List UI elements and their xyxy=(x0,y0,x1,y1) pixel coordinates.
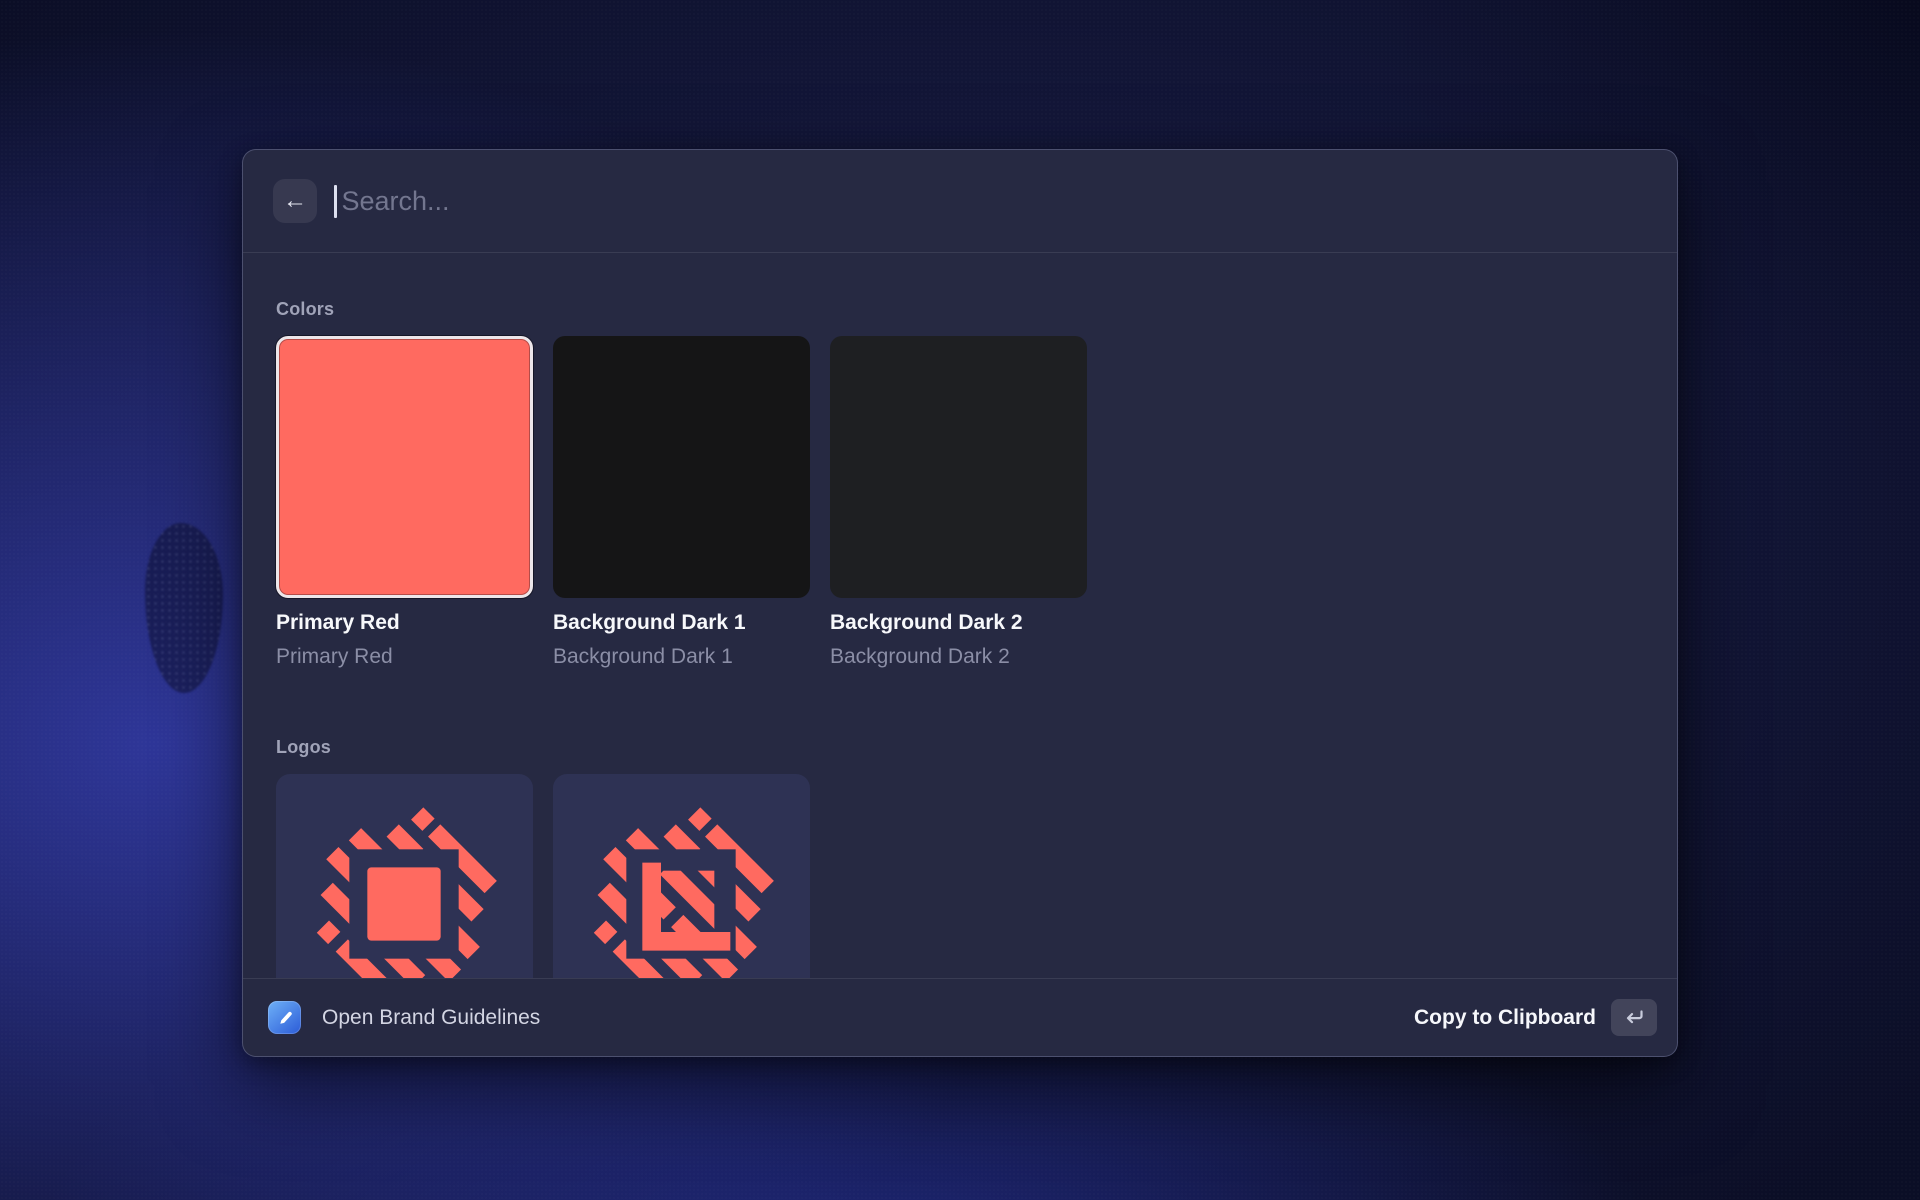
text-caret xyxy=(334,185,337,218)
swatch-title: Background Dark 2 xyxy=(830,610,1087,636)
copy-to-clipboard-label: Copy to Clipboard xyxy=(1414,1006,1596,1030)
search-input[interactable] xyxy=(342,186,1648,217)
results-list: Colors Primary Red Primary Red Backgroun… xyxy=(243,253,1677,978)
colors-row: Primary Red Primary Red Background Dark … xyxy=(276,336,1644,671)
color-swatch-background-dark-2[interactable]: Background Dark 2 Background Dark 2 xyxy=(830,336,1087,671)
logos-row xyxy=(276,774,1644,979)
command-palette-window: ← Colors Primary Red Primary Red Backgro… xyxy=(242,149,1678,1057)
swatch-title: Background Dark 1 xyxy=(553,610,810,636)
back-button[interactable]: ← xyxy=(273,179,317,223)
pencil-icon xyxy=(275,1008,294,1027)
return-key-icon xyxy=(1623,1008,1645,1027)
glitch-logo-filled-icon xyxy=(304,804,504,979)
color-swatch-face xyxy=(830,336,1087,598)
copy-to-clipboard-action[interactable]: Copy to Clipboard xyxy=(1414,999,1657,1036)
color-swatch-face xyxy=(276,336,533,598)
swatch-subtitle: Background Dark 2 xyxy=(830,644,1087,670)
enter-key-badge xyxy=(1611,999,1657,1036)
glitch-logo-outline-icon xyxy=(581,804,781,979)
color-swatch-face xyxy=(553,336,810,598)
swatch-subtitle: Primary Red xyxy=(276,644,533,670)
logo-tile-filled[interactable] xyxy=(276,774,533,979)
brand-app-icon xyxy=(268,1001,301,1034)
swatch-title: Primary Red xyxy=(276,610,533,636)
action-footer: Open Brand Guidelines Copy to Clipboard xyxy=(243,978,1677,1056)
section-header-logos: Logos xyxy=(276,737,1644,758)
color-swatch-background-dark-1[interactable]: Background Dark 1 Background Dark 1 xyxy=(553,336,810,671)
back-arrow-icon: ← xyxy=(283,187,307,215)
color-swatch-primary-red[interactable]: Primary Red Primary Red xyxy=(276,336,533,671)
logo-tile-outline[interactable] xyxy=(553,774,810,979)
swatch-subtitle: Background Dark 1 xyxy=(553,644,810,670)
open-brand-guidelines-action[interactable]: Open Brand Guidelines xyxy=(322,1006,540,1030)
search-header: ← xyxy=(243,150,1677,253)
section-header-colors: Colors xyxy=(276,299,1644,320)
